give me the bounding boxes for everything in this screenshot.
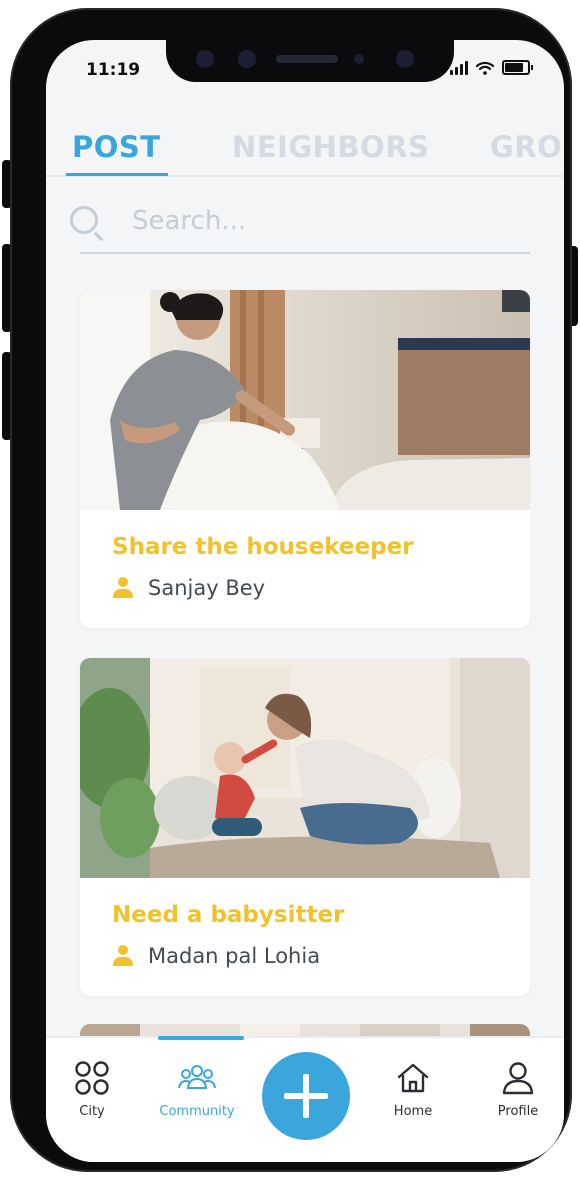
- search-underline: [80, 252, 530, 254]
- search-input[interactable]: [132, 200, 512, 242]
- battery-icon: [502, 60, 533, 75]
- active-nav-indicator: [158, 1036, 244, 1040]
- user-icon: [112, 577, 134, 599]
- nav-profile[interactable]: Profile: [492, 1060, 544, 1119]
- status-icons: [450, 60, 533, 75]
- search-bar: [70, 200, 536, 248]
- signal-icon: [450, 60, 468, 75]
- post-title: Need a babysitter: [112, 902, 345, 928]
- nav-home[interactable]: Home: [388, 1060, 438, 1119]
- active-tab-indicator: [66, 173, 168, 176]
- user-icon: [112, 945, 134, 967]
- search-icon: [70, 206, 98, 234]
- housekeeper-photo: [80, 290, 530, 510]
- post-card[interactable]: Share the housekeeper Sanjay Bey: [80, 290, 530, 628]
- wifi-icon: [476, 61, 494, 75]
- status-time: 11:19: [86, 60, 141, 80]
- tab-post[interactable]: POST: [72, 130, 161, 164]
- tab-groups[interactable]: GROU: [490, 130, 564, 164]
- grid-circles-icon: [75, 1061, 109, 1095]
- community-icon: [178, 1065, 216, 1089]
- post-author: Sanjay Bey: [112, 576, 265, 600]
- bottom-navigation: City Community Home Profile: [46, 1036, 564, 1162]
- tab-neighbors[interactable]: NEIGHBORS: [232, 130, 429, 164]
- app-screen: 11:19 POST NEIGHBORS GROU: [46, 40, 564, 1162]
- nav-label: City: [79, 1104, 105, 1119]
- author-name: Sanjay Bey: [148, 576, 266, 600]
- post-author: Madan pal Lohia: [112, 944, 320, 968]
- nav-community[interactable]: Community: [152, 1060, 242, 1119]
- phone-frame: 11:19 POST NEIGHBORS GROU: [10, 8, 572, 1172]
- author-name: Madan pal Lohia: [148, 944, 321, 968]
- nav-label: Profile: [497, 1104, 539, 1119]
- profile-icon: [502, 1062, 534, 1095]
- nav-label: Home: [393, 1104, 433, 1119]
- babysitter-photo: [80, 658, 530, 878]
- post-card[interactable]: Need a babysitter Madan pal Lohia: [80, 658, 530, 996]
- nav-city[interactable]: City: [72, 1060, 112, 1119]
- notch: [166, 40, 454, 82]
- nav-label: Community: [159, 1104, 235, 1119]
- add-post-button[interactable]: [262, 1052, 350, 1140]
- post-title: Share the housekeeper: [112, 534, 414, 560]
- home-icon: [397, 1063, 429, 1093]
